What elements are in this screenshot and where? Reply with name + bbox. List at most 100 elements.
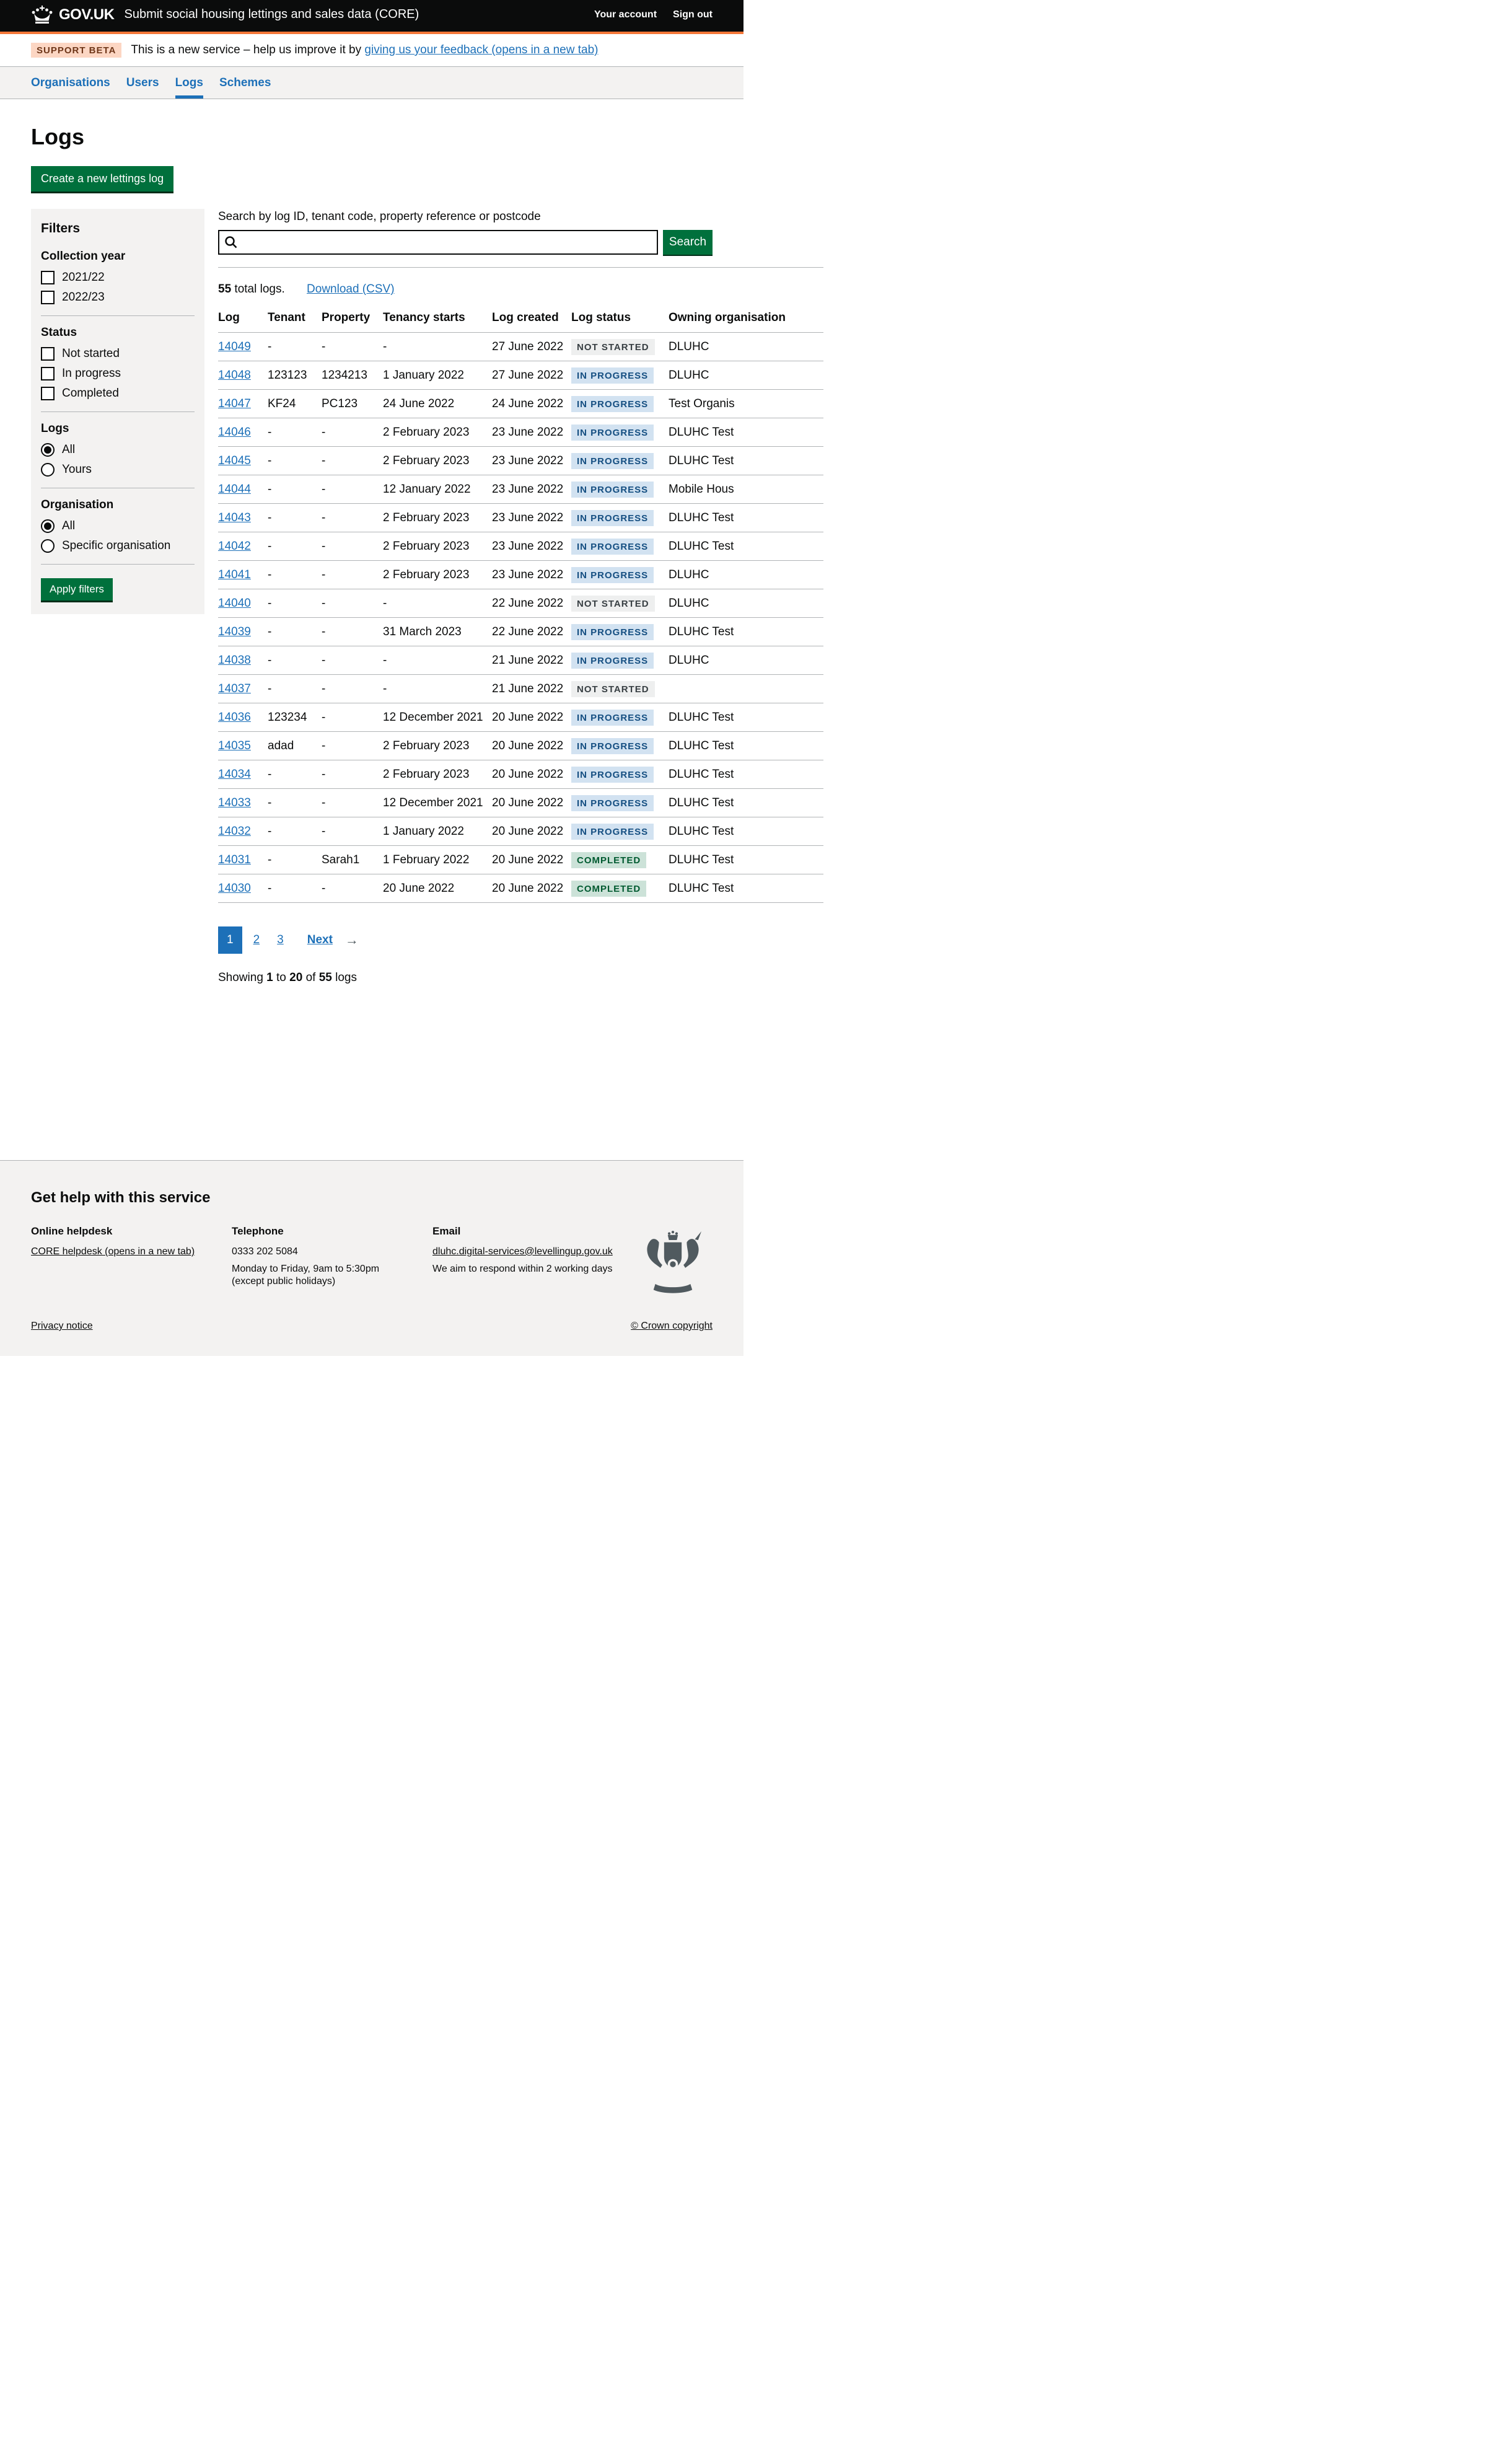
footer-title: Get help with this service (31, 1189, 713, 1207)
radio-row-logs-yours[interactable]: Yours (41, 463, 195, 477)
log-id-link[interactable]: 14038 (218, 654, 251, 667)
status-badge: IN PROGRESS (571, 510, 654, 526)
property-cell: - (322, 618, 383, 646)
owning-organisation-cell: DLUHC Test (669, 732, 823, 760)
log-id-link[interactable]: 14039 (218, 625, 251, 638)
log-id-link[interactable]: 14040 (218, 597, 251, 610)
search-button[interactable]: Search (663, 230, 713, 255)
log-created-cell: 23 June 2022 (492, 504, 571, 532)
pagination-page-1-current[interactable]: 1 (218, 926, 242, 954)
checkbox-not-started[interactable] (41, 347, 55, 361)
log-id-link[interactable]: 14037 (218, 682, 251, 695)
tenant-cell: - (268, 646, 322, 675)
tenant-cell: - (268, 333, 322, 361)
radio-specific-organisation[interactable] (41, 539, 55, 553)
tenant-cell: - (268, 504, 322, 532)
status-badge: IN PROGRESS (571, 367, 654, 384)
checkbox-in-progress[interactable] (41, 367, 55, 381)
log-id-link[interactable]: 14048 (218, 369, 251, 382)
log-id-link[interactable]: 14035 (218, 739, 251, 752)
table-row: 14042--2 February 202323 June 2022IN PRO… (218, 532, 823, 561)
pagination-next-arrow-icon[interactable]: → (345, 932, 359, 948)
tenancy-starts-cell: 12 December 2021 (383, 703, 492, 732)
log-id-link[interactable]: 14036 (218, 711, 251, 724)
status-badge: IN PROGRESS (571, 453, 654, 469)
log-id-link[interactable]: 14033 (218, 796, 251, 809)
nav-item-users[interactable]: Users (126, 67, 159, 99)
radio-logs-yours[interactable] (41, 463, 55, 477)
checkbox-label: In progress (62, 367, 121, 381)
checkbox-row-2021-22[interactable]: 2021/22 (41, 271, 195, 284)
log-created-cell: 23 June 2022 (492, 475, 571, 504)
log-id-link[interactable]: 14041 (218, 568, 251, 581)
status-badge: NOT STARTED (571, 681, 655, 697)
page-title: Logs (31, 124, 744, 150)
checkbox-2022-23[interactable] (41, 291, 55, 304)
filters-heading: Filters (41, 221, 195, 236)
radio-organisation-all[interactable] (41, 519, 55, 533)
log-id-link[interactable]: 14047 (218, 397, 251, 410)
tenant-cell: - (268, 817, 322, 846)
govuk-logotype[interactable]: GOV.UK (59, 6, 114, 24)
log-id-link[interactable]: 14045 (218, 454, 251, 467)
apply-filters-button[interactable]: Apply filters (41, 578, 113, 601)
feedback-link[interactable]: giving us your feedback (opens in a new … (364, 43, 598, 56)
log-id-link[interactable]: 14044 (218, 483, 251, 496)
page-content: Logs Create a new lettings log Filters C… (0, 124, 744, 1160)
table-row: 14030--20 June 202220 June 2022COMPLETED… (218, 874, 823, 903)
search-input[interactable] (218, 230, 658, 255)
radio-row-organisation-all[interactable]: All (41, 519, 195, 533)
email-heading: Email (432, 1225, 633, 1238)
log-created-cell: 20 June 2022 (492, 846, 571, 874)
your-account-link[interactable]: Your account (594, 9, 657, 20)
radio-row-logs-all[interactable]: All (41, 443, 195, 457)
log-id-link[interactable]: 14049 (218, 340, 251, 353)
checkbox-row-completed[interactable]: Completed (41, 387, 195, 400)
tenant-cell: - (268, 589, 322, 618)
download-csv-link[interactable]: Download (CSV) (307, 283, 395, 296)
table-row: 14037---21 June 2022NOT STARTED (218, 675, 823, 703)
checkbox-2021-22[interactable] (41, 271, 55, 284)
create-lettings-log-button[interactable]: Create a new lettings log (31, 166, 173, 191)
checkbox-row-not-started[interactable]: Not started (41, 347, 195, 361)
sign-out-link[interactable]: Sign out (673, 9, 713, 20)
pagination-page-3[interactable]: 3 (271, 926, 290, 954)
log-id-link[interactable]: 14032 (218, 825, 251, 838)
tenancy-starts-cell: 12 December 2021 (383, 789, 492, 817)
privacy-notice-link[interactable]: Privacy notice (31, 1321, 93, 1332)
radio-logs-all[interactable] (41, 443, 55, 457)
nav-item-logs[interactable]: Logs (175, 67, 203, 99)
checkbox-row-2022-23[interactable]: 2022/23 (41, 291, 195, 304)
log-id-link[interactable]: 14031 (218, 853, 251, 866)
pagination-next-link[interactable]: Next (301, 926, 339, 954)
status-badge: IN PROGRESS (571, 767, 654, 783)
radio-label: All (62, 519, 75, 533)
core-helpdesk-link[interactable]: CORE helpdesk (opens in a new tab) (31, 1246, 232, 1257)
service-name-link[interactable]: Submit social housing lettings and sales… (124, 7, 419, 22)
log-id-link[interactable]: 14043 (218, 511, 251, 524)
showing-from: 1 (266, 971, 273, 984)
pagination-page-2[interactable]: 2 (247, 926, 266, 954)
status-badge: COMPLETED (571, 881, 646, 897)
status-label: Status (41, 326, 195, 340)
tenant-cell: - (268, 846, 322, 874)
checkbox-completed[interactable] (41, 387, 55, 400)
email-link[interactable]: dluhc.digital-services@levellingup.gov.u… (432, 1246, 633, 1257)
log-id-link[interactable]: 14034 (218, 768, 251, 781)
radio-row-specific-organisation[interactable]: Specific organisation (41, 539, 195, 553)
checkbox-row-in-progress[interactable]: In progress (41, 367, 195, 381)
log-created-cell: 20 June 2022 (492, 817, 571, 846)
table-row: 14044--12 January 202223 June 2022IN PRO… (218, 475, 823, 504)
log-id-link[interactable]: 14030 (218, 882, 251, 895)
crown-copyright-link[interactable]: © Crown copyright (631, 1321, 713, 1332)
nav-item-organisations[interactable]: Organisations (31, 67, 110, 99)
tenancy-starts-cell: 2 February 2023 (383, 760, 492, 789)
owning-organisation-cell: Test Organis (669, 390, 823, 418)
nav-item-schemes[interactable]: Schemes (219, 67, 271, 99)
log-id-link[interactable]: 14042 (218, 540, 251, 553)
tenant-cell: 123234 (268, 703, 322, 732)
log-created-cell: 23 June 2022 (492, 418, 571, 447)
table-row: 14043--2 February 202323 June 2022IN PRO… (218, 504, 823, 532)
results-summary: 55 total logs. Download (CSV) (218, 283, 823, 296)
log-id-link[interactable]: 14046 (218, 426, 251, 439)
